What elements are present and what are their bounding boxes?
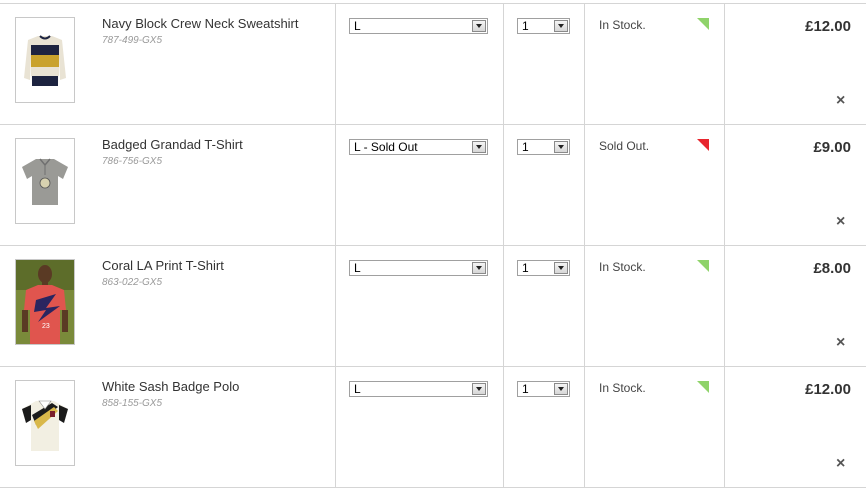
product-name[interactable]: White Sash Badge Polo bbox=[102, 379, 239, 394]
quantity-select-value: 1 bbox=[522, 140, 529, 154]
product-image[interactable]: 23 bbox=[15, 259, 75, 345]
product-image[interactable] bbox=[15, 138, 75, 224]
size-select-value: L - Sold Out bbox=[354, 140, 418, 154]
divider bbox=[724, 367, 725, 487]
divider bbox=[503, 246, 504, 366]
chevron-down-icon[interactable] bbox=[554, 20, 568, 32]
chevron-down-icon[interactable] bbox=[554, 262, 568, 274]
quantity-select[interactable]: 1 bbox=[517, 381, 570, 397]
chevron-down-icon[interactable] bbox=[472, 383, 486, 395]
size-select[interactable]: L bbox=[349, 381, 488, 397]
tshirt-thumbnail-icon bbox=[22, 158, 68, 205]
stock-indicator-icon bbox=[697, 381, 709, 393]
size-select-value: L bbox=[354, 19, 361, 33]
stock-indicator-icon bbox=[697, 139, 709, 151]
polo-thumbnail-icon bbox=[22, 400, 68, 451]
basket-row: Badged Grandad T-Shirt 786-756-GX5 L - S… bbox=[0, 124, 866, 245]
stock-indicator-icon bbox=[697, 18, 709, 30]
divider bbox=[335, 125, 336, 245]
quantity-select-value: 1 bbox=[522, 19, 529, 33]
quantity-select[interactable]: 1 bbox=[517, 260, 570, 276]
product-image[interactable] bbox=[15, 17, 75, 103]
basket-row: Navy Block Crew Neck Sweatshirt 787-499-… bbox=[0, 3, 866, 124]
quantity-select-value: 1 bbox=[522, 261, 529, 275]
divider bbox=[335, 246, 336, 366]
basket-table: Navy Block Crew Neck Sweatshirt 787-499-… bbox=[0, 0, 868, 488]
item-price: £12.00 bbox=[805, 381, 851, 398]
product-image[interactable] bbox=[15, 380, 75, 466]
size-select[interactable]: L - Sold Out bbox=[349, 139, 488, 155]
divider bbox=[584, 4, 585, 124]
divider bbox=[503, 4, 504, 124]
quantity-select[interactable]: 1 bbox=[517, 18, 570, 34]
product-name[interactable]: Navy Block Crew Neck Sweatshirt bbox=[102, 16, 299, 31]
chevron-down-icon[interactable] bbox=[472, 20, 486, 32]
product-name[interactable]: Coral LA Print T-Shirt bbox=[102, 258, 224, 273]
product-code: 858-155-GX5 bbox=[102, 398, 163, 409]
divider bbox=[724, 4, 725, 124]
size-select-value: L bbox=[354, 261, 361, 275]
divider bbox=[503, 125, 504, 245]
basket-row: White Sash Badge Polo 858-155-GX5 L 1 In… bbox=[0, 366, 866, 488]
quantity-select[interactable]: 1 bbox=[517, 139, 570, 155]
model-photo-thumbnail-icon: 23 bbox=[16, 260, 74, 344]
divider bbox=[335, 367, 336, 487]
divider bbox=[724, 246, 725, 366]
product-code: 786-756-GX5 bbox=[102, 156, 163, 167]
chevron-down-icon[interactable] bbox=[472, 141, 486, 153]
divider bbox=[724, 125, 725, 245]
stock-status: In Stock. bbox=[599, 18, 646, 32]
item-price: £9.00 bbox=[813, 139, 851, 156]
chevron-down-icon[interactable] bbox=[472, 262, 486, 274]
size-select[interactable]: L bbox=[349, 260, 488, 276]
stock-status: In Stock. bbox=[599, 381, 646, 395]
divider bbox=[584, 246, 585, 366]
divider bbox=[503, 367, 504, 487]
stock-status: In Stock. bbox=[599, 260, 646, 274]
basket-row: 23 Coral LA Print T-Shirt 863-022-GX5 L … bbox=[0, 245, 866, 366]
stock-indicator-icon bbox=[697, 260, 709, 272]
chevron-down-icon[interactable] bbox=[554, 383, 568, 395]
item-price: £12.00 bbox=[805, 18, 851, 35]
product-code: 863-022-GX5 bbox=[102, 277, 163, 288]
quantity-select-value: 1 bbox=[522, 382, 529, 396]
product-name[interactable]: Badged Grandad T-Shirt bbox=[102, 137, 243, 152]
divider bbox=[335, 4, 336, 124]
divider bbox=[584, 367, 585, 487]
remove-item-button[interactable]: × bbox=[836, 335, 845, 351]
item-price: £8.00 bbox=[813, 260, 851, 277]
size-select-value: L bbox=[354, 382, 361, 396]
remove-item-button[interactable]: × bbox=[836, 214, 845, 230]
stock-status: Sold Out. bbox=[599, 139, 650, 153]
remove-item-button[interactable]: × bbox=[836, 456, 845, 472]
divider bbox=[584, 125, 585, 245]
product-code: 787-499-GX5 bbox=[102, 35, 163, 46]
sweatshirt-thumbnail-icon bbox=[24, 35, 66, 86]
size-select[interactable]: L bbox=[349, 18, 488, 34]
svg-text:23: 23 bbox=[42, 323, 50, 330]
chevron-down-icon[interactable] bbox=[554, 141, 568, 153]
remove-item-button[interactable]: × bbox=[836, 93, 845, 109]
